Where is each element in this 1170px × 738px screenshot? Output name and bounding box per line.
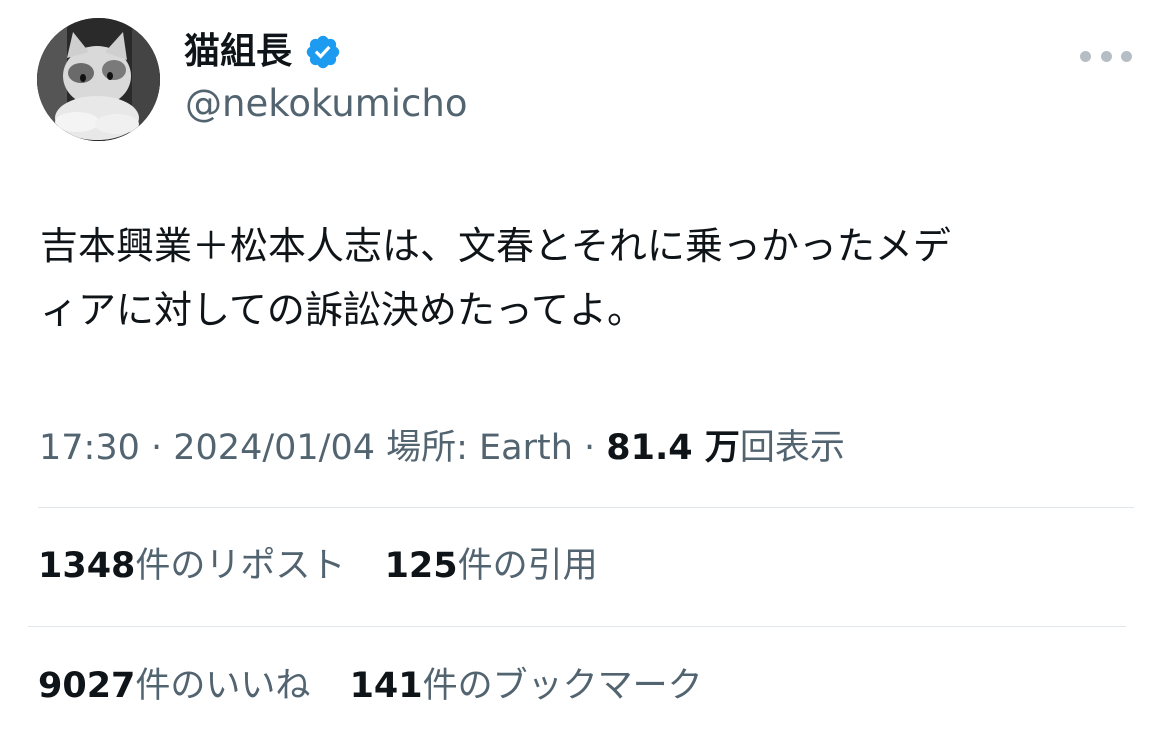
quotes-count: 125 [384, 546, 458, 586]
stats-row-likes-bookmarks: 9027件のいいね 141件のブックマーク [38, 662, 703, 710]
ellipsis-icon-dot-1 [1080, 50, 1091, 62]
views-count: 81.4 万 [606, 428, 740, 468]
tweet-time[interactable]: 17:30 [39, 428, 140, 468]
meta-separator: · [139, 428, 174, 468]
tweet-text: 吉本興業＋松本人志は、文春とそれに乗っかったメデ ィアに対しての訴訟決めたってよ… [40, 224, 951, 332]
tweet-date[interactable]: 2024/01/04 [173, 428, 375, 468]
reposts-count: 1348 [38, 546, 136, 586]
author-name-text: 猫組長 [184, 31, 293, 72]
more-options-button[interactable] [1080, 36, 1132, 76]
stats-row-reposts-quotes: 1348件のリポスト 125件の引用 [38, 542, 598, 590]
likes-count: 9027 [38, 666, 136, 706]
author-handle[interactable]: @nekokumicho [185, 82, 467, 126]
reposts-label: 件のリポスト [135, 546, 346, 586]
ellipsis-icon-dot-3 [1121, 50, 1132, 62]
bookmarks-count: 141 [349, 666, 423, 706]
likes-label: 件のいいね [135, 666, 311, 706]
tweet-metadata: 17:30 · 2024/01/04 場所: Earth · 81.4 万回表示 [39, 424, 845, 472]
verified-badge-icon[interactable] [304, 33, 342, 71]
bookmarks-stat[interactable]: 141件のブックマーク [350, 662, 703, 710]
likes-stat[interactable]: 9027件のいいね [38, 662, 310, 710]
bookmarks-label: 件のブックマーク [422, 666, 703, 706]
views-label: 回表示 [739, 428, 845, 468]
meta-separator: · [572, 428, 607, 468]
divider [38, 507, 1134, 508]
cat-avatar-icon [37, 18, 160, 141]
quotes-stat[interactable]: 125件の引用 [385, 542, 598, 590]
author-display-name[interactable]: 猫組長 [184, 30, 342, 74]
reposts-stat[interactable]: 1348件のリポスト [38, 542, 345, 590]
divider [28, 626, 1126, 627]
tweet-location: 場所: Earth [375, 428, 573, 468]
quotes-label: 件の引用 [457, 546, 598, 586]
avatar[interactable] [37, 18, 160, 141]
ellipsis-icon-dot-2 [1100, 50, 1112, 62]
